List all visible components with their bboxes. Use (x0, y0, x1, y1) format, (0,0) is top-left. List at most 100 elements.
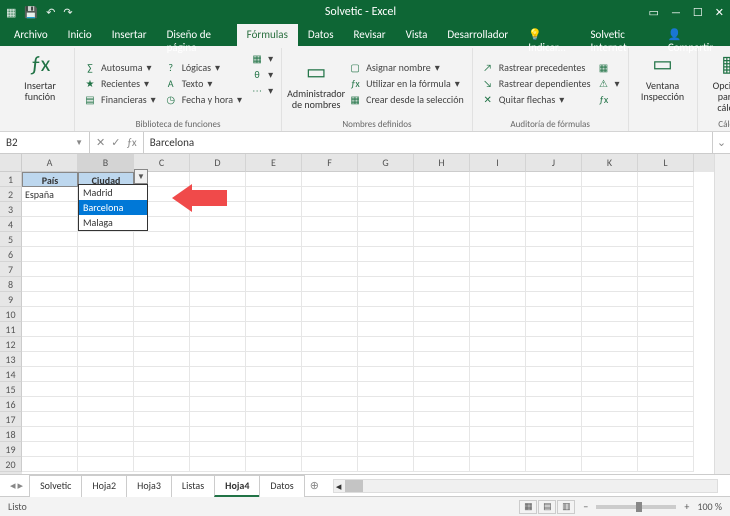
cell[interactable] (134, 247, 190, 262)
tab-home[interactable]: Inicio (58, 24, 102, 46)
row-header[interactable]: 2 (0, 187, 22, 202)
cell[interactable] (638, 397, 694, 412)
cell[interactable] (246, 412, 302, 427)
cell[interactable] (470, 217, 526, 232)
cell[interactable] (302, 172, 358, 187)
cell[interactable] (414, 277, 470, 292)
cell[interactable] (190, 322, 246, 337)
cell[interactable] (302, 247, 358, 262)
column-header[interactable]: H (414, 154, 470, 172)
cell[interactable] (470, 442, 526, 457)
cell[interactable] (190, 397, 246, 412)
cell[interactable] (582, 277, 638, 292)
cell[interactable] (190, 352, 246, 367)
cell[interactable] (22, 307, 78, 322)
cell[interactable] (414, 322, 470, 337)
cell[interactable] (638, 367, 694, 382)
cell[interactable] (302, 382, 358, 397)
cell[interactable] (526, 457, 582, 472)
dropdown-option[interactable]: Malaga (79, 215, 147, 230)
cell[interactable] (358, 382, 414, 397)
cell[interactable] (246, 262, 302, 277)
tab-pagelayout[interactable]: Diseño de página (157, 24, 237, 46)
cell[interactable] (582, 352, 638, 367)
cell[interactable] (302, 277, 358, 292)
row-header[interactable]: 17 (0, 412, 22, 427)
vertical-scrollbar[interactable] (714, 154, 730, 474)
cell[interactable] (582, 232, 638, 247)
cell[interactable] (414, 442, 470, 457)
watch-window-button[interactable]: ▭ Ventana Inspección (637, 50, 689, 102)
cell[interactable] (22, 337, 78, 352)
extra-button[interactable]: ⋯▾ (250, 84, 273, 97)
trace-dependents-button[interactable]: ↘Rastrear dependientes (481, 77, 591, 90)
cell[interactable]: País (22, 172, 78, 187)
column-header[interactable]: L (638, 154, 694, 172)
cell[interactable] (470, 172, 526, 187)
cell[interactable] (190, 262, 246, 277)
cell[interactable] (582, 217, 638, 232)
row-header[interactable]: 18 (0, 427, 22, 442)
zoom-level[interactable]: 100 % (697, 500, 722, 513)
column-header[interactable]: A (22, 154, 78, 172)
cell[interactable] (78, 412, 134, 427)
remove-arrows-button[interactable]: ✕Quitar flechas ▾ (481, 93, 591, 106)
cell[interactable] (190, 412, 246, 427)
column-header[interactable]: I (470, 154, 526, 172)
cell[interactable] (190, 457, 246, 472)
error-check-button[interactable]: ⚠▾ (597, 77, 620, 90)
cell[interactable] (134, 397, 190, 412)
cell[interactable] (470, 292, 526, 307)
row-header[interactable]: 20 (0, 457, 22, 472)
cell[interactable] (22, 202, 78, 217)
sheet-nav-prev-icon[interactable]: ◂ (10, 479, 16, 492)
cell[interactable] (190, 367, 246, 382)
dropdown-toggle-button[interactable]: ▼ (134, 169, 148, 184)
cell[interactable] (526, 187, 582, 202)
cell[interactable] (134, 367, 190, 382)
cell[interactable] (22, 352, 78, 367)
row-header[interactable]: 8 (0, 277, 22, 292)
cell[interactable] (246, 337, 302, 352)
cell[interactable] (246, 232, 302, 247)
cell[interactable] (638, 277, 694, 292)
cell[interactable] (414, 202, 470, 217)
maximize-icon[interactable]: ☐ (693, 6, 703, 19)
column-header[interactable]: D (190, 154, 246, 172)
cell[interactable] (134, 307, 190, 322)
ribbon-options-icon[interactable]: ▭ (649, 6, 659, 19)
column-header[interactable]: K (582, 154, 638, 172)
cell[interactable] (358, 292, 414, 307)
cell[interactable] (414, 187, 470, 202)
redo-icon[interactable]: ↷ (63, 6, 72, 19)
add-sheet-button[interactable]: ⊕ (304, 477, 325, 494)
cell[interactable] (470, 367, 526, 382)
cell[interactable] (638, 247, 694, 262)
cell[interactable] (246, 397, 302, 412)
cell[interactable] (246, 367, 302, 382)
cell[interactable] (358, 367, 414, 382)
row-header[interactable]: 13 (0, 352, 22, 367)
cell[interactable] (526, 292, 582, 307)
cell[interactable] (526, 277, 582, 292)
cell[interactable] (78, 232, 134, 247)
cell[interactable] (582, 307, 638, 322)
cell[interactable] (134, 262, 190, 277)
cell[interactable] (358, 412, 414, 427)
use-formula-button[interactable]: ƒxUtilizar en la fórmula ▾ (348, 77, 464, 90)
cell[interactable] (22, 382, 78, 397)
sheet-tab[interactable]: Solvetic (29, 475, 82, 497)
cell[interactable] (638, 262, 694, 277)
cell[interactable] (638, 412, 694, 427)
fx-bar-icon[interactable]: ƒx (126, 136, 136, 149)
cell[interactable] (470, 397, 526, 412)
view-normal-icon[interactable]: ▦ (519, 500, 537, 514)
cell[interactable] (582, 457, 638, 472)
cell[interactable] (526, 427, 582, 442)
cell[interactable] (526, 352, 582, 367)
cell[interactable] (358, 457, 414, 472)
cell[interactable] (526, 322, 582, 337)
cell[interactable] (22, 367, 78, 382)
cell[interactable] (78, 457, 134, 472)
cell[interactable] (582, 202, 638, 217)
